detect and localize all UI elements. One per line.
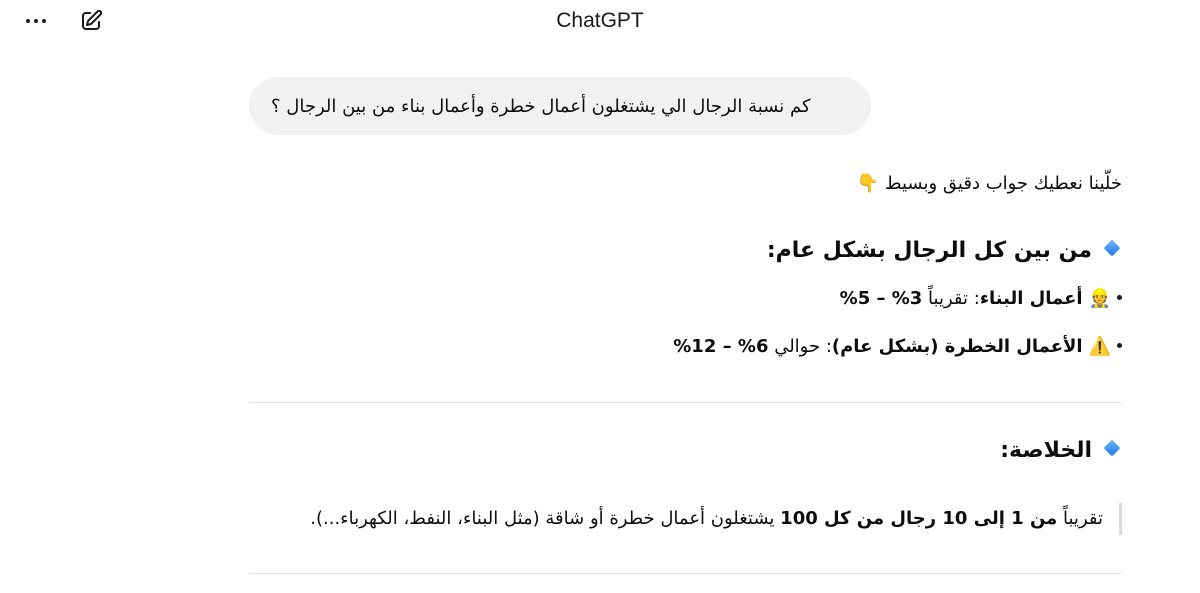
user-message-bubble: كم نسبة الرجال الي يشتغلون أعمال خطرة وأ…: [249, 77, 871, 135]
summary-blockquote: تقريباً من 1 إلى 10 رجال من كل 100 يشتغل…: [310, 503, 1122, 535]
section-heading-general: من بين كل الرجال بشكل عام:: [767, 238, 1122, 263]
list-item: ⚠️الأعمال الخطرة (بشكل عام): حوالي 6% – …: [673, 336, 1122, 357]
user-message-text: كم نسبة الرجال الي يشتغلون أعمال خطرة وأ…: [271, 95, 811, 117]
divider: [249, 402, 1122, 403]
assistant-intro: خلّينا نعطيك جواب دقيق وبسيط 👇: [856, 173, 1122, 194]
app-title: ChatGPT: [556, 9, 644, 32]
top-bar: ChatGPT: [0, 0, 1200, 44]
divider: [249, 573, 1122, 574]
bullet-icon: [1117, 295, 1122, 300]
list-item: 👷أعمال البناء: تقريباً 3% – 5%: [840, 288, 1122, 309]
construction-worker-icon: 👷: [1088, 288, 1111, 309]
pointing-down-icon: 👇: [856, 173, 880, 194]
warning-icon: ⚠️: [1088, 336, 1111, 357]
section-heading-summary: الخلاصة:: [1000, 438, 1122, 463]
blue-diamond-icon: [1103, 239, 1121, 257]
blue-diamond-icon: [1103, 439, 1121, 457]
bullet-icon: [1117, 343, 1122, 348]
